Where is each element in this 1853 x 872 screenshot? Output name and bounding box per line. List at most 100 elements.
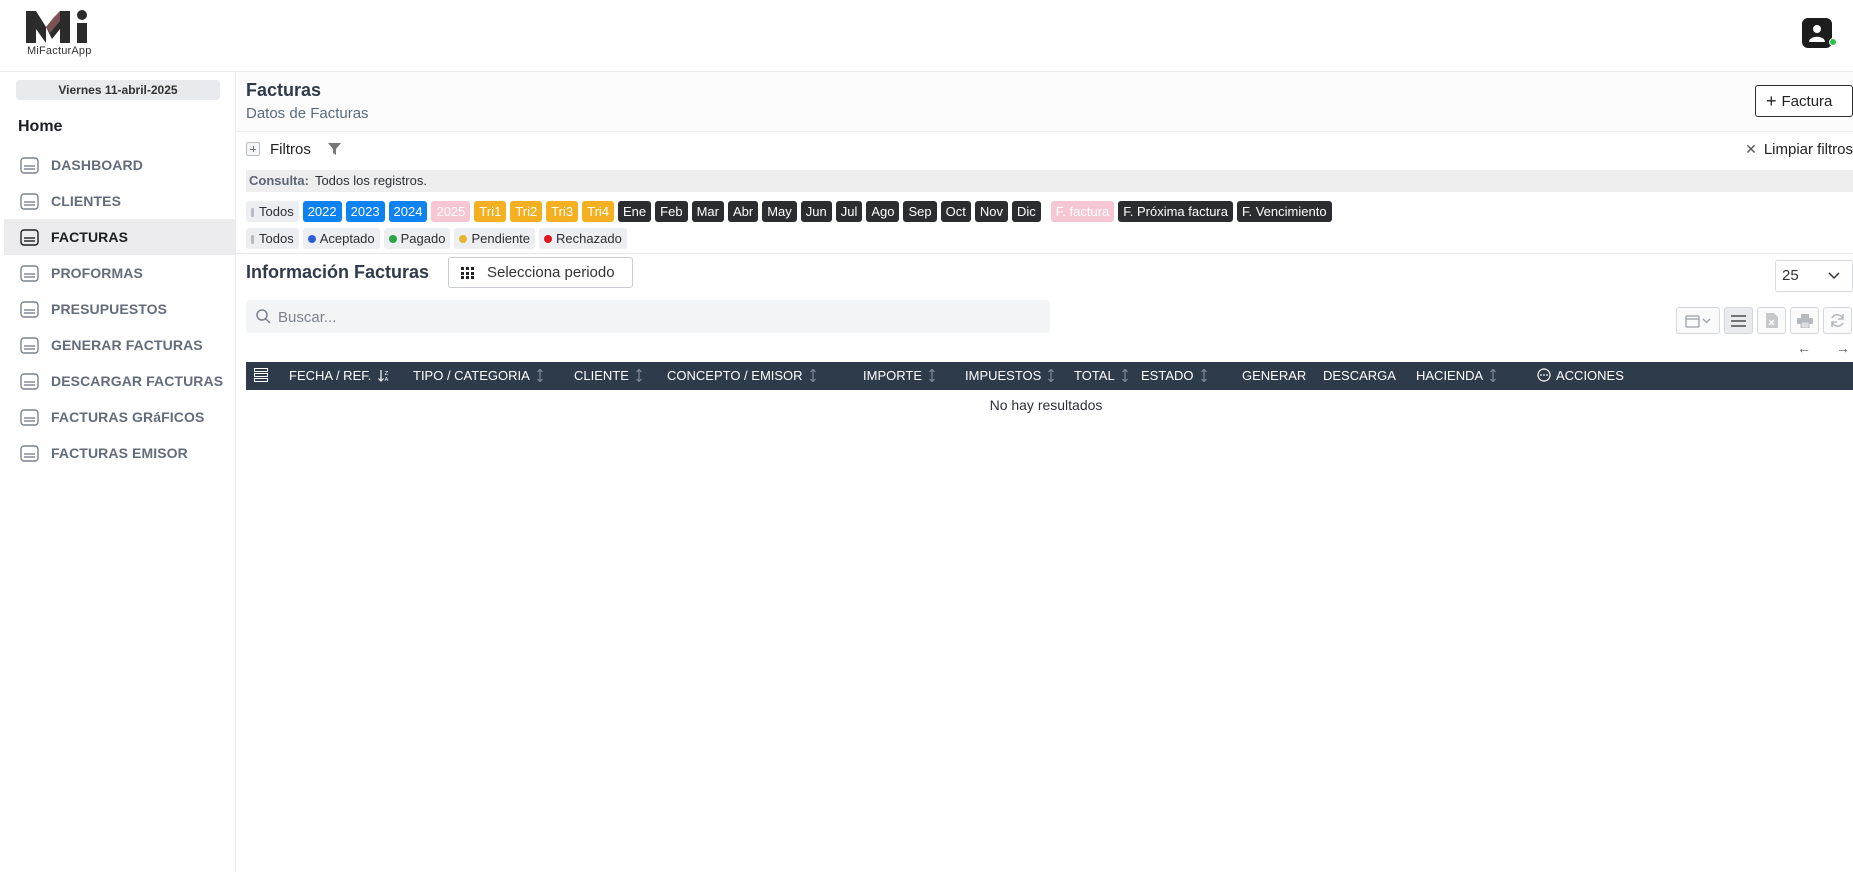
sidebar-item-label: PRESUPUESTOS bbox=[51, 301, 168, 317]
chip-status-aceptado[interactable]: Aceptado bbox=[302, 228, 380, 249]
chip-year-2025[interactable]: 2025 bbox=[431, 201, 471, 222]
sidebar-item-proformas[interactable]: PROFORMAS bbox=[4, 255, 236, 291]
column-header-label: HACIENDA bbox=[1416, 368, 1484, 383]
online-status-dot bbox=[1829, 38, 1837, 46]
column-header-label: ACCIONES bbox=[1556, 368, 1624, 383]
chip-year-2024[interactable]: 2024 bbox=[388, 201, 428, 222]
column-header-estado[interactable]: ESTADO bbox=[1141, 362, 1207, 390]
chip-month-sep[interactable]: Sep bbox=[903, 201, 937, 222]
plus-icon: + bbox=[1766, 91, 1777, 111]
sidebar-item-descargar-facturas[interactable]: DESCARGAR FACTURAS bbox=[4, 363, 236, 399]
select-period-button[interactable]: Selecciona periodo bbox=[448, 257, 633, 288]
page-size-select[interactable]: 25 bbox=[1775, 260, 1853, 292]
top-bar: MiFacturApp bbox=[0, 0, 1853, 72]
date-columns-dropdown[interactable] bbox=[1676, 307, 1720, 334]
chip-month-nov[interactable]: Nov bbox=[974, 201, 1008, 222]
add-factura-button[interactable]: + Factura bbox=[1755, 85, 1853, 117]
chip-month-oct[interactable]: Oct bbox=[940, 201, 971, 222]
chip-tri2[interactable]: Tri2 bbox=[510, 201, 543, 222]
refresh-icon bbox=[1831, 314, 1844, 327]
sort-asc-icon: ZA bbox=[378, 364, 390, 392]
chip-month-dic[interactable]: Dic bbox=[1011, 201, 1041, 222]
column-header-total[interactable]: TOTAL bbox=[1074, 362, 1128, 390]
clear-filters-button[interactable]: ✕ Limpiar filtros bbox=[1745, 141, 1853, 158]
sidebar-item-facturas-emisor[interactable]: FACTURAS EMISOR bbox=[4, 435, 236, 471]
chip-all-statuses[interactable]: Todos bbox=[246, 228, 299, 249]
chip-tri4[interactable]: Tri4 bbox=[582, 201, 615, 222]
search-icon bbox=[256, 309, 271, 324]
table-section-title: Información Facturas bbox=[246, 262, 430, 282]
chip-label: Aceptado bbox=[319, 231, 375, 246]
table-view-toolbar bbox=[1724, 307, 1852, 334]
sidebar-item-facturas-graficos[interactable]: FACTURAS GRáFICOS bbox=[4, 399, 236, 435]
print-button[interactable] bbox=[1790, 307, 1819, 334]
sidebar-home-title[interactable]: Home bbox=[18, 118, 62, 136]
chip-month-jun[interactable]: Jun bbox=[800, 201, 832, 222]
document-list-icon bbox=[20, 228, 39, 246]
expand-filters-icon[interactable] bbox=[246, 142, 260, 156]
sidebar-item-presupuestos[interactable]: PRESUPUESTOS bbox=[4, 291, 236, 327]
section-divider bbox=[236, 253, 1853, 254]
page-subtitle: Datos de Facturas bbox=[246, 105, 369, 122]
search-input[interactable] bbox=[278, 306, 1038, 328]
sidebar-item-label: DASHBOARD bbox=[51, 157, 143, 173]
user-avatar[interactable] bbox=[1802, 18, 1832, 48]
sort-icon bbox=[1200, 364, 1207, 392]
chip-month-may[interactable]: May bbox=[762, 201, 797, 222]
sort-icon bbox=[635, 364, 642, 392]
list-view-button[interactable] bbox=[1724, 307, 1753, 334]
sidebar-item-dashboard[interactable]: DASHBOARD bbox=[4, 147, 236, 183]
column-header-tipo-categoria[interactable]: TIPO / CATEGORIA bbox=[413, 362, 543, 390]
grid-icon bbox=[461, 266, 474, 279]
column-header-concepto-emisor[interactable]: CONCEPTO / EMISOR bbox=[667, 362, 816, 390]
search-box bbox=[246, 300, 1050, 333]
column-header-cliente[interactable]: CLIENTE bbox=[574, 362, 642, 390]
table-header: FECHA / REF. Z A TIPO / CATEGORIA CLIENTE … bbox=[246, 362, 1853, 390]
sidebar-item-facturas[interactable]: FACTURAS bbox=[4, 219, 236, 255]
sidebar-item-label: PROFORMAS bbox=[51, 265, 143, 281]
chip-fecha-proxima-factura[interactable]: F. Próxima factura bbox=[1118, 201, 1233, 222]
filters-label[interactable]: Filtros bbox=[270, 141, 311, 158]
chip-year-2022[interactable]: 2022 bbox=[302, 201, 342, 222]
status-dot bbox=[388, 235, 397, 243]
chip-tri3[interactable]: Tri3 bbox=[546, 201, 579, 222]
sidebar-item-label: FACTURAS EMISOR bbox=[51, 445, 188, 461]
column-toggle-icon[interactable] bbox=[254, 368, 268, 382]
chip-status-rechazado[interactable]: Rechazado bbox=[539, 228, 627, 249]
chip-fecha-factura[interactable]: F. factura bbox=[1050, 201, 1115, 222]
chip-label: Pagado bbox=[400, 231, 446, 246]
chip-fecha-vencimiento[interactable]: F. Vencimiento bbox=[1237, 201, 1332, 222]
chip-month-feb[interactable]: Feb bbox=[655, 201, 688, 222]
export-excel-button[interactable] bbox=[1757, 307, 1786, 334]
chip-all-periods[interactable]: Todos bbox=[246, 201, 299, 222]
funnel-icon[interactable] bbox=[328, 143, 341, 156]
chip-month-jul[interactable]: Jul bbox=[835, 201, 863, 222]
chip-status-pagado[interactable]: Pagado bbox=[383, 228, 451, 249]
chip-month-ene[interactable]: Ene bbox=[618, 201, 652, 222]
chip-month-mar[interactable]: Mar bbox=[691, 201, 724, 222]
status-dot bbox=[544, 235, 553, 243]
column-header-hacienda[interactable]: HACIENDA bbox=[1416, 362, 1497, 390]
scroll-left-icon[interactable]: ← bbox=[1797, 340, 1811, 356]
query-summary: Consulta: Todos los registros. bbox=[246, 170, 1853, 192]
chip-status-pendiente[interactable]: Pendiente bbox=[454, 228, 536, 249]
page-size-value: 25 bbox=[1782, 267, 1799, 284]
filters-row: Filtros ✕ Limpiar filtros bbox=[246, 138, 1853, 162]
page-header: Facturas Datos de Facturas + Factura bbox=[236, 72, 1853, 132]
chip-month-abr[interactable]: Abr bbox=[727, 201, 759, 222]
select-period-label: Selecciona periodo bbox=[487, 264, 615, 281]
query-value: Todos los registros. bbox=[314, 173, 427, 188]
chip-month-ago[interactable]: Ago bbox=[866, 201, 900, 222]
sidebar-item-generar-facturas[interactable]: GENERAR FACTURAS bbox=[4, 327, 236, 363]
column-header-impuestos[interactable]: IMPUESTOS bbox=[965, 362, 1055, 390]
scroll-right-icon[interactable]: → bbox=[1836, 340, 1850, 356]
sidebar-item-label: DESCARGAR FACTURAS bbox=[51, 373, 224, 389]
column-header-fecha-ref[interactable]: FECHA / REF. Z A bbox=[289, 362, 390, 390]
sidebar-item-clientes[interactable]: CLIENTES bbox=[4, 183, 236, 219]
chip-year-2023[interactable]: 2023 bbox=[345, 201, 385, 222]
column-header-importe[interactable]: IMPORTE bbox=[863, 362, 935, 390]
chip-tri1[interactable]: Tri1 bbox=[474, 201, 507, 222]
close-icon: ✕ bbox=[1745, 141, 1757, 157]
sort-icon bbox=[809, 364, 816, 392]
refresh-button[interactable] bbox=[1823, 307, 1852, 334]
